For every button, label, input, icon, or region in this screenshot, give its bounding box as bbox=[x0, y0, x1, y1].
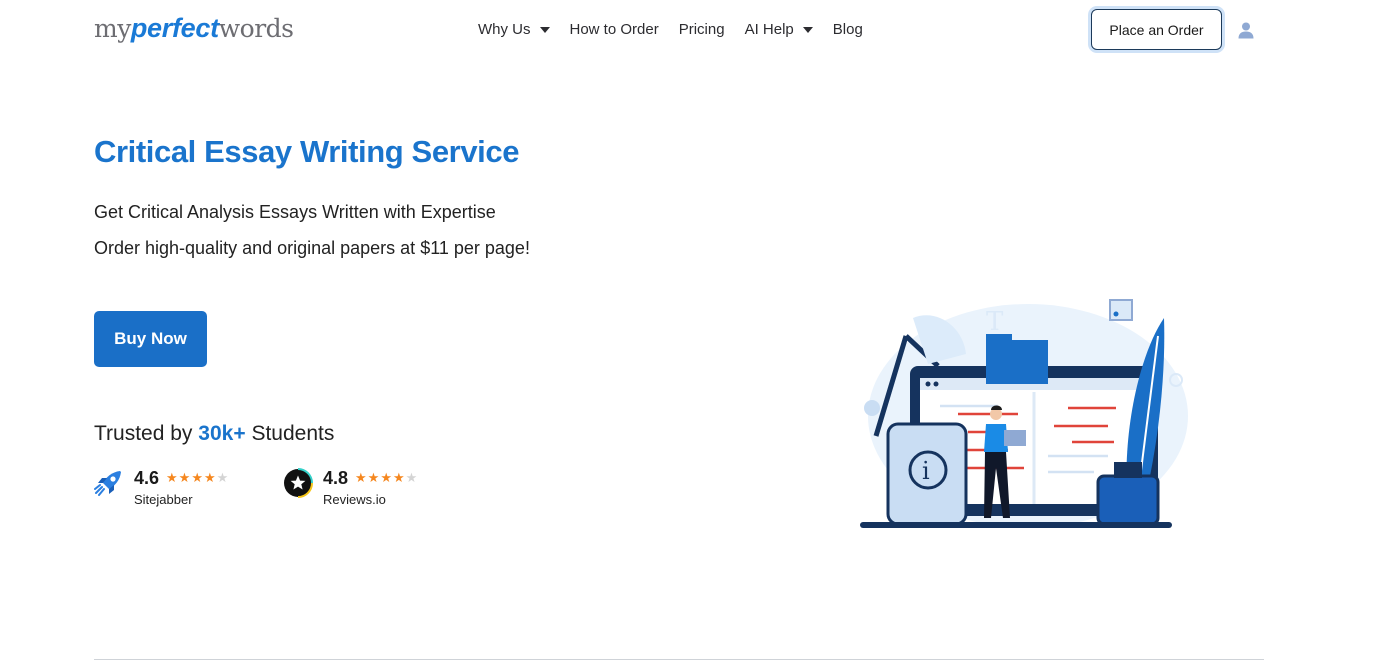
rating-score: 4.8 bbox=[323, 468, 349, 488]
buy-now-button[interactable]: Buy Now bbox=[94, 311, 207, 367]
star-rating: ★★★★★ bbox=[166, 470, 230, 485]
nav-item-blog[interactable]: Blog bbox=[833, 21, 863, 38]
rating-sitejabber[interactable]: 4.6 ★★★★★ Sitejabber bbox=[94, 466, 229, 507]
main-nav: Why Us How to Order Pricing AI Help Blog bbox=[478, 18, 883, 40]
rocket-icon bbox=[94, 471, 121, 496]
star-badge-icon bbox=[284, 468, 313, 498]
nav-item-ai-help[interactable]: AI Help bbox=[745, 21, 813, 38]
nav-item-why-us[interactable]: Why Us bbox=[478, 21, 550, 38]
star-rating: ★★★★★ bbox=[355, 470, 419, 485]
chevron-down-icon bbox=[539, 26, 550, 33]
brand-logo[interactable]: myperfectwords bbox=[94, 12, 294, 45]
chevron-down-icon bbox=[802, 26, 813, 33]
place-order-button[interactable]: Place an Order bbox=[1091, 9, 1222, 50]
rating-reviews-io[interactable]: 4.8 ★★★★★ Reviews.io bbox=[283, 466, 418, 507]
hero-price-line: Order high-quality and original papers a… bbox=[94, 238, 530, 258]
page-title: Critical Essay Writing Service bbox=[94, 134, 520, 169]
section-divider bbox=[94, 659, 1264, 660]
nav-item-how-to-order[interactable]: How to Order bbox=[570, 21, 659, 38]
trusted-by-text: Trusted by 30k+ Students bbox=[94, 422, 335, 445]
rating-source: Sitejabber bbox=[134, 492, 193, 507]
svg-text:T: T bbox=[986, 307, 1004, 337]
hero-subtitle: Get Critical Analysis Essays Written wit… bbox=[94, 202, 496, 222]
site-header: myperfectwords Why Us How to Order Prici… bbox=[0, 0, 1380, 60]
nav-item-pricing[interactable]: Pricing bbox=[679, 21, 725, 38]
rating-source: Reviews.io bbox=[323, 492, 386, 507]
svg-text:i: i bbox=[922, 457, 930, 485]
user-icon[interactable] bbox=[1237, 21, 1255, 39]
hero-illustration: T i bbox=[860, 299, 1188, 528]
rating-score: 4.6 bbox=[134, 468, 160, 488]
